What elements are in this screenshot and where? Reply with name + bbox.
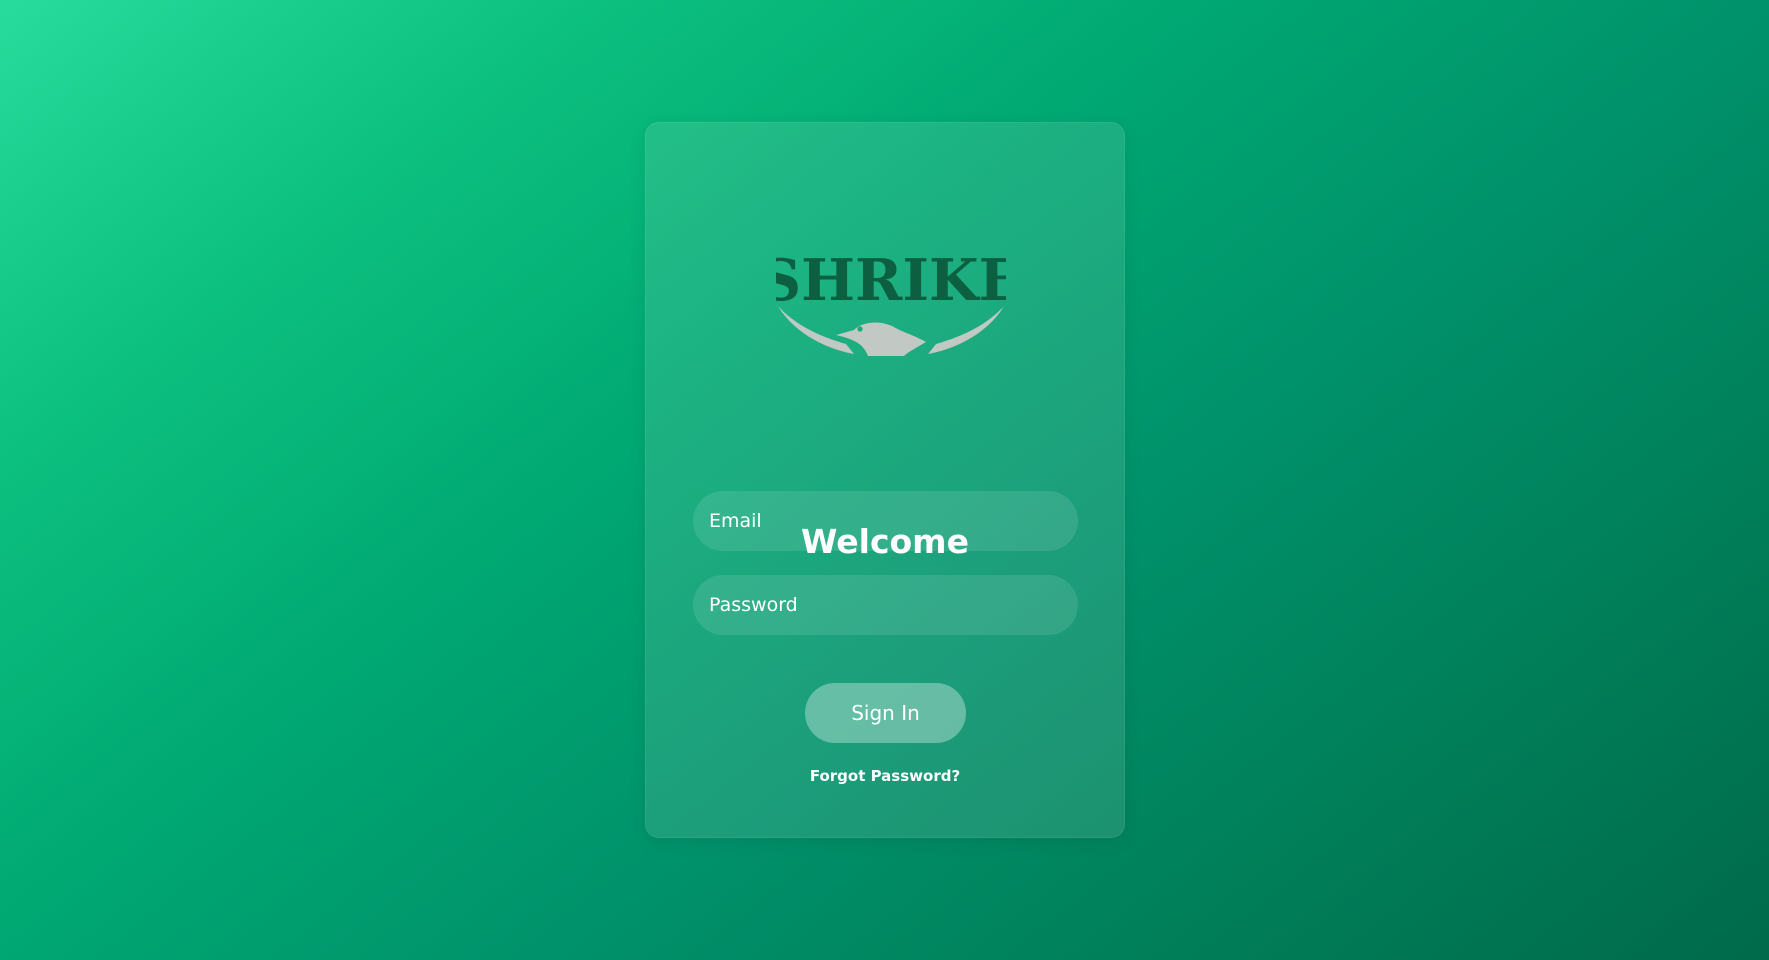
shrike-logo-icon: SHRIKE <box>776 247 1006 356</box>
forgot-password-link[interactable]: Forgot Password? <box>646 769 1124 784</box>
sign-in-button[interactable]: Sign In <box>805 683 966 743</box>
email-field[interactable] <box>693 491 1078 551</box>
brand-logo: SHRIKE <box>776 238 1006 368</box>
password-field[interactable] <box>693 575 1078 635</box>
login-card: SHRIKE Welcome Sign In Forgot Password? <box>645 122 1125 838</box>
logo-text: SHRIKE <box>776 247 1006 314</box>
logo-bird-eye <box>857 326 863 332</box>
